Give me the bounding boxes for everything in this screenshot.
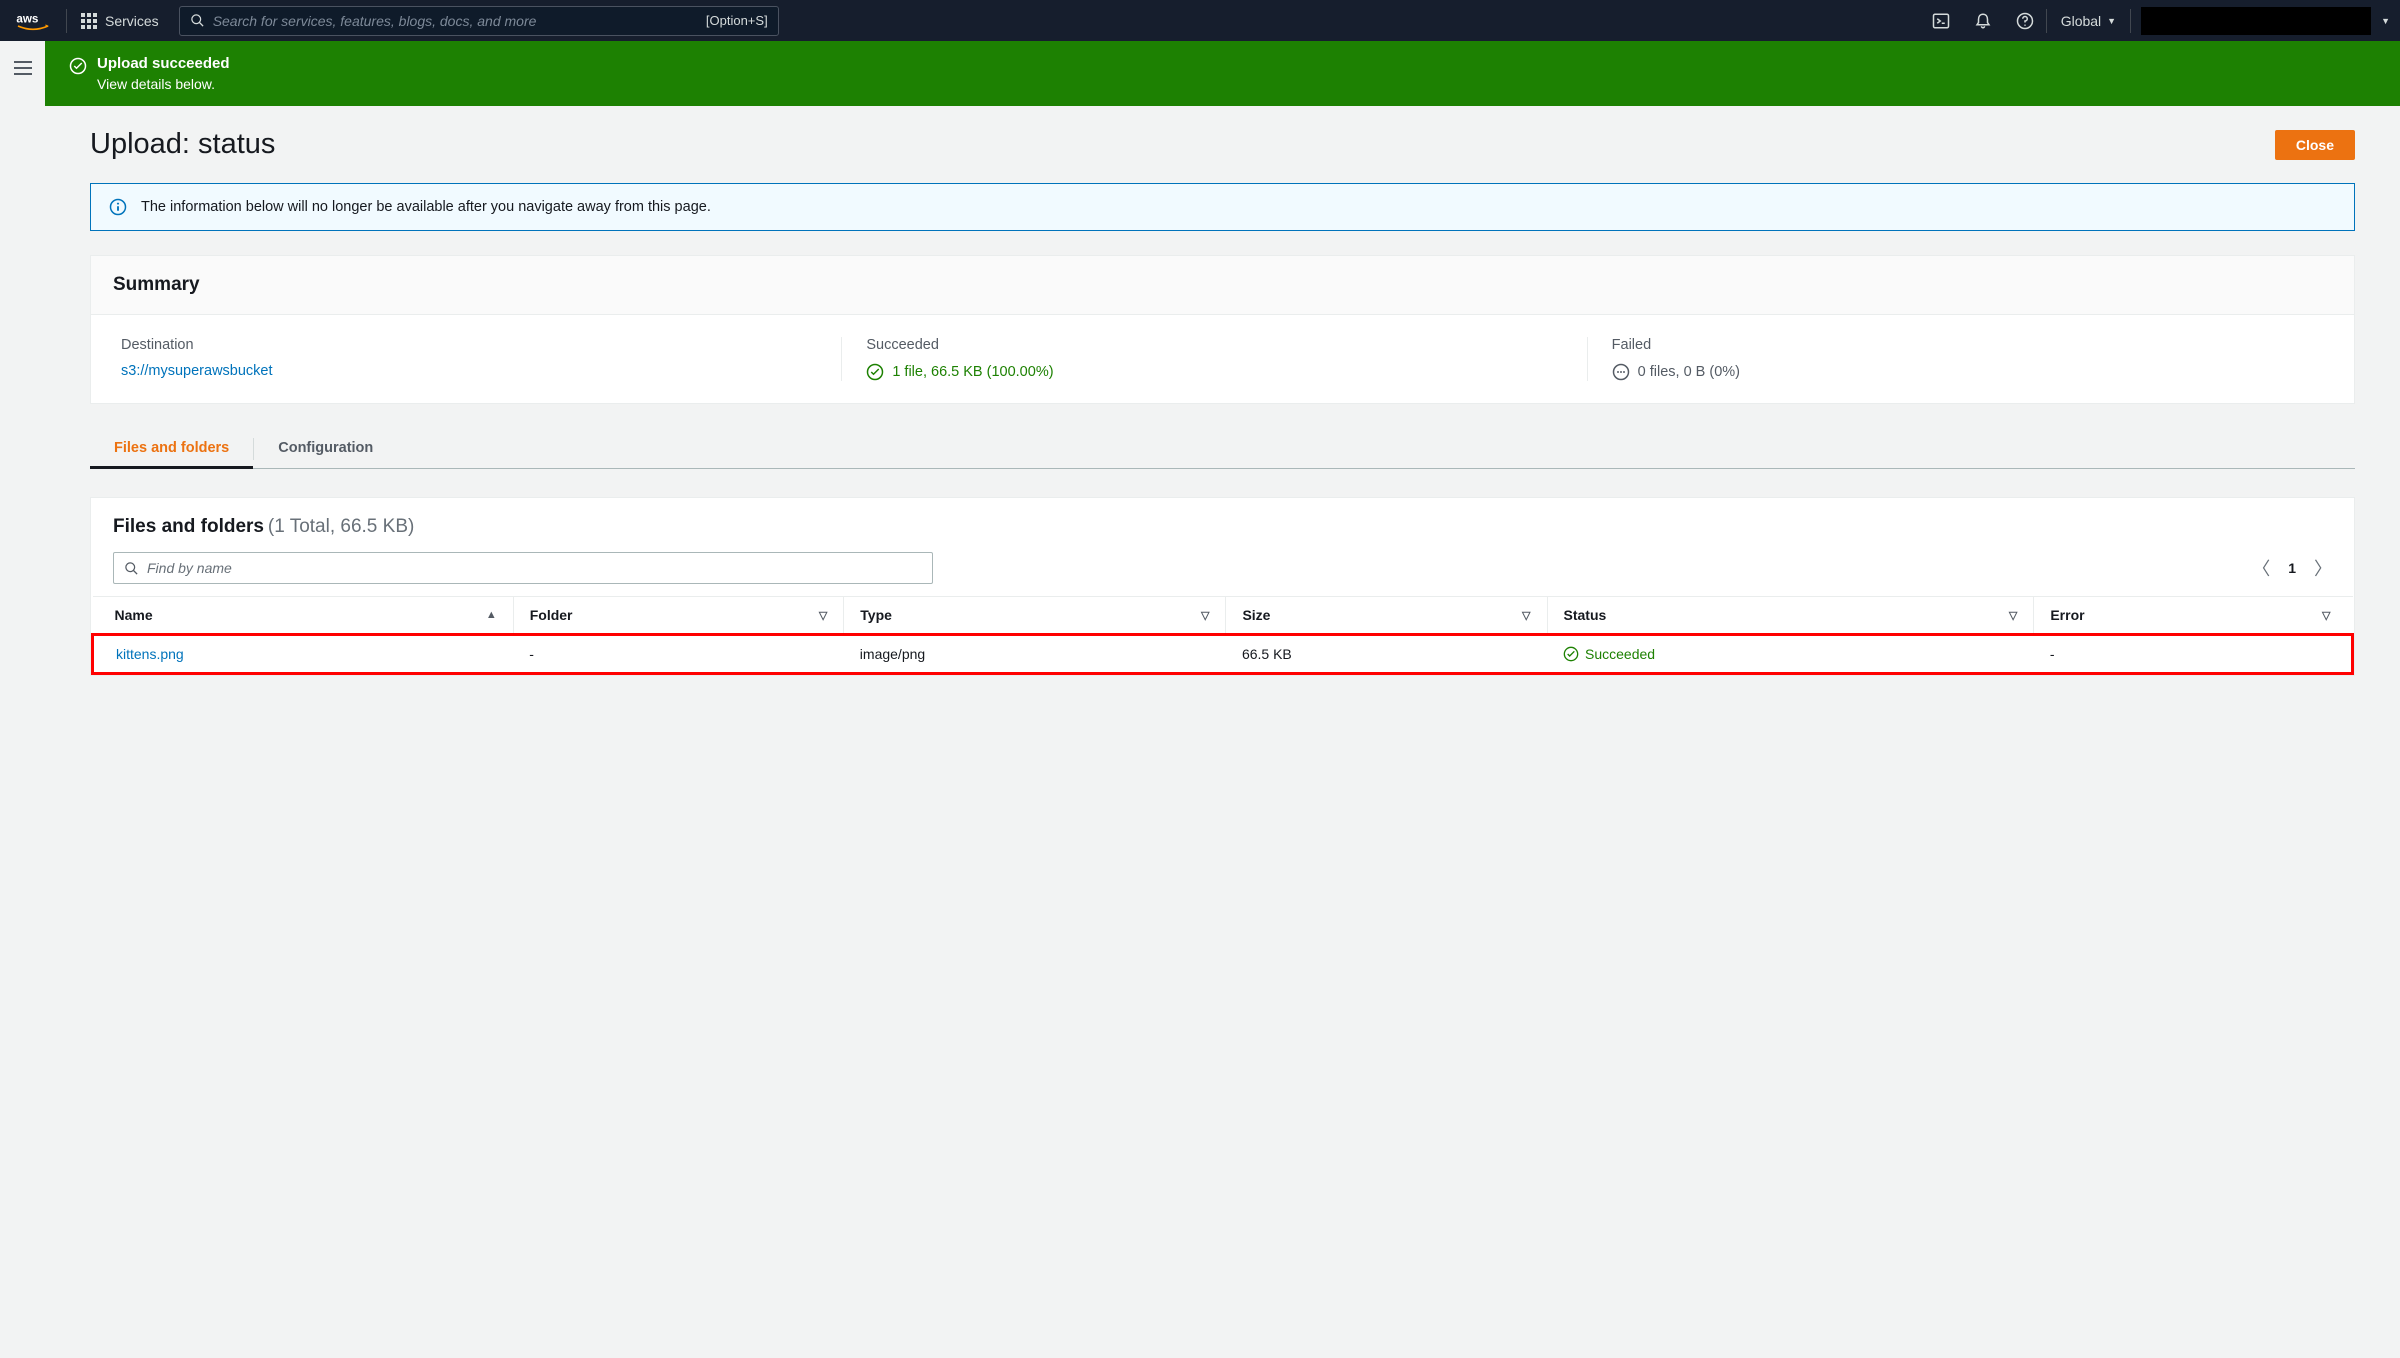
find-input[interactable] bbox=[147, 560, 922, 576]
summary-label: Destination bbox=[121, 337, 833, 353]
info-icon bbox=[109, 198, 127, 216]
help-button[interactable] bbox=[2004, 0, 2046, 41]
banner-subtitle: View details below. bbox=[97, 76, 230, 92]
sort-icon: ▽ bbox=[1522, 609, 1530, 622]
table-header-row: Name▲ Folder▽ Type▽ Size▽ Status▽ Error▽ bbox=[93, 597, 2353, 635]
divider bbox=[2130, 9, 2131, 33]
tab-configuration[interactable]: Configuration bbox=[254, 430, 397, 468]
help-icon bbox=[2016, 12, 2034, 30]
summary-heading: Summary bbox=[91, 256, 2354, 315]
success-check-icon bbox=[1563, 646, 1579, 662]
table-row: kittens.png - image/png 66.5 KB Succeede… bbox=[93, 635, 2353, 674]
col-name[interactable]: Name▲ bbox=[93, 597, 514, 635]
file-name-link[interactable]: kittens.png bbox=[116, 646, 184, 662]
success-check-icon bbox=[69, 57, 87, 75]
page-title: Upload: status bbox=[90, 128, 275, 161]
files-panel: Files and folders (1 Total, 66.5 KB) 〈 1… bbox=[90, 497, 2355, 676]
file-type: image/png bbox=[844, 635, 1226, 674]
file-error: - bbox=[2034, 635, 2353, 674]
summary-destination: Destination s3://mysuperawsbucket bbox=[113, 337, 841, 381]
find-by-name-box[interactable] bbox=[113, 552, 933, 584]
search-icon bbox=[190, 13, 205, 28]
succeeded-value: 1 file, 66.5 KB (100.00%) bbox=[892, 364, 1053, 380]
col-error[interactable]: Error▽ bbox=[2034, 597, 2353, 635]
failed-value: 0 files, 0 B (0%) bbox=[1638, 364, 1740, 380]
sort-asc-icon: ▲ bbox=[486, 609, 497, 621]
success-banner: Upload succeeded View details below. bbox=[45, 41, 2400, 106]
page-current: 1 bbox=[2288, 560, 2296, 576]
header-icons: Global ▼ ▼ bbox=[1920, 0, 2400, 41]
file-folder: - bbox=[513, 635, 844, 674]
grid-icon bbox=[81, 13, 97, 29]
ellipsis-circle-icon bbox=[1612, 363, 1630, 381]
page-header: Upload: status Close bbox=[90, 128, 2355, 161]
services-label: Services bbox=[105, 13, 159, 29]
banner-title: Upload succeeded bbox=[97, 55, 230, 72]
summary-label: Succeeded bbox=[866, 337, 1578, 353]
region-selector[interactable]: Global ▼ bbox=[2047, 13, 2130, 29]
search-container: [Option+S] bbox=[179, 6, 779, 36]
sort-icon: ▽ bbox=[819, 609, 827, 622]
page-prev-button[interactable]: 〈 bbox=[2252, 555, 2270, 581]
cloudshell-icon bbox=[1932, 12, 1950, 30]
tab-files-and-folders[interactable]: Files and folders bbox=[90, 430, 253, 468]
file-size: 66.5 KB bbox=[1226, 635, 1547, 674]
files-count: (1 Total, 66.5 KB) bbox=[268, 516, 414, 537]
pagination: 〈 1 〉 bbox=[2252, 555, 2332, 581]
account-menu[interactable] bbox=[2141, 7, 2371, 35]
bell-icon bbox=[1974, 12, 1992, 30]
cloudshell-button[interactable] bbox=[1920, 0, 1962, 41]
info-alert: The information below will no longer be … bbox=[90, 183, 2355, 231]
region-label: Global bbox=[2061, 13, 2101, 29]
summary-panel: Summary Destination s3://mysuperawsbucke… bbox=[90, 255, 2355, 404]
aws-top-header: aws Services [Option+S] Global ▼ ▼ bbox=[0, 0, 2400, 41]
notifications-button[interactable] bbox=[1962, 0, 2004, 41]
close-button[interactable]: Close bbox=[2275, 130, 2355, 160]
col-type[interactable]: Type▽ bbox=[844, 597, 1226, 635]
files-table: Name▲ Folder▽ Type▽ Size▽ Status▽ Error▽… bbox=[91, 596, 2354, 675]
side-nav-toggle[interactable] bbox=[14, 61, 32, 75]
destination-link[interactable]: s3://mysuperawsbucket bbox=[121, 363, 833, 379]
summary-failed: Failed 0 files, 0 B (0%) bbox=[1587, 337, 2332, 381]
search-input[interactable] bbox=[213, 13, 706, 29]
svg-text:aws: aws bbox=[16, 12, 38, 25]
files-title: Files and folders bbox=[113, 516, 264, 537]
caret-down-icon: ▼ bbox=[2381, 16, 2390, 26]
page-next-button[interactable]: 〉 bbox=[2314, 555, 2332, 581]
sort-icon: ▽ bbox=[2322, 609, 2330, 622]
search-kbd-hint: [Option+S] bbox=[706, 13, 768, 28]
aws-logo[interactable]: aws bbox=[0, 11, 66, 31]
summary-label: Failed bbox=[1612, 337, 2324, 353]
services-menu-button[interactable]: Services bbox=[67, 13, 173, 29]
sort-icon: ▽ bbox=[1201, 609, 1209, 622]
success-check-icon bbox=[866, 363, 884, 381]
col-folder[interactable]: Folder▽ bbox=[513, 597, 844, 635]
info-alert-text: The information below will no longer be … bbox=[141, 199, 711, 215]
tabs: Files and folders Configuration bbox=[90, 430, 2355, 469]
search-box[interactable]: [Option+S] bbox=[179, 6, 779, 36]
file-status: Succeeded bbox=[1563, 646, 2018, 662]
search-icon bbox=[124, 561, 139, 576]
summary-succeeded: Succeeded 1 file, 66.5 KB (100.00%) bbox=[841, 337, 1586, 381]
col-status[interactable]: Status▽ bbox=[1547, 597, 2034, 635]
caret-down-icon: ▼ bbox=[2107, 16, 2116, 26]
col-size[interactable]: Size▽ bbox=[1226, 597, 1547, 635]
sort-icon: ▽ bbox=[2009, 609, 2017, 622]
side-nav-toggle-area bbox=[0, 41, 45, 716]
